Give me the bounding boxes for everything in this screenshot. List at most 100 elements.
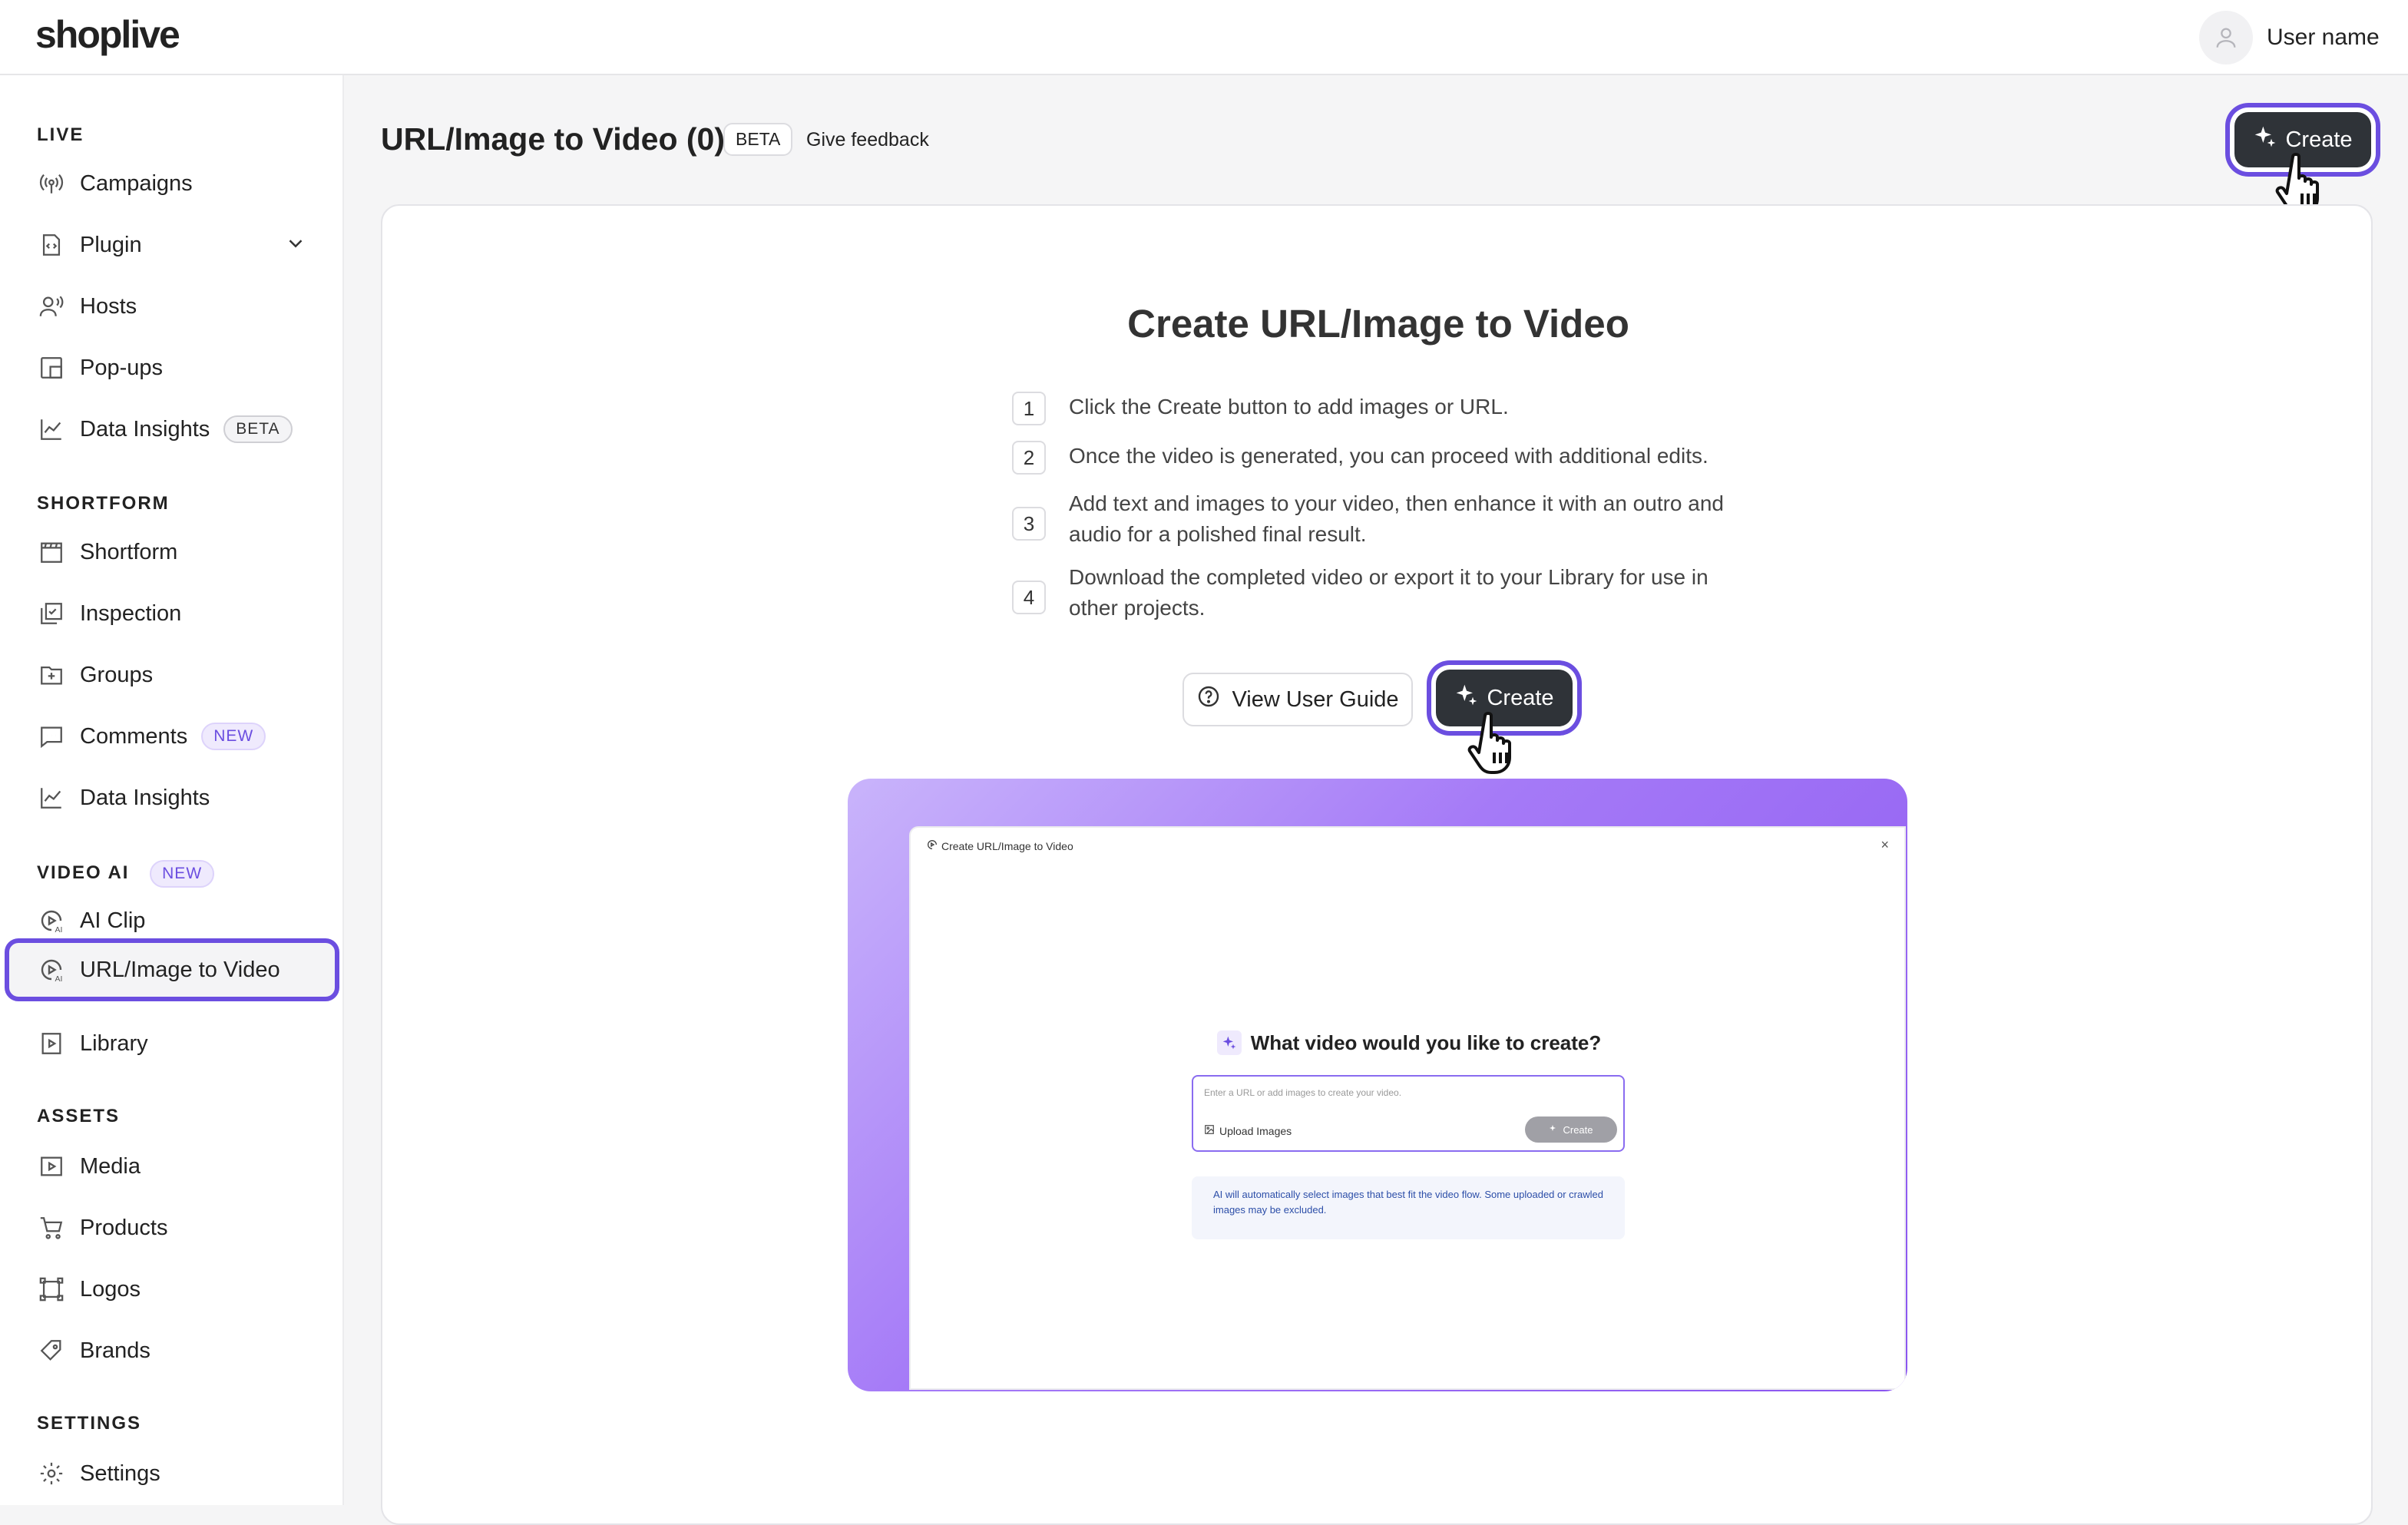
- sparkle-icon: [1216, 1030, 1242, 1055]
- sidebar-item-brands[interactable]: Brands: [0, 1324, 342, 1378]
- sidebar-item-label: AI Clip: [80, 908, 146, 933]
- sidebar-item-groups[interactable]: Groups: [0, 648, 342, 702]
- sidebar-item-label: URL/Image to Video: [80, 957, 280, 982]
- sidebar-item-label: Comments: [80, 723, 188, 749]
- gear-icon: [37, 1459, 66, 1488]
- sidebar-item-label: Plugin: [80, 232, 142, 257]
- sidebar-item-popups[interactable]: Pop-ups: [0, 341, 342, 395]
- preview-question-text: What video would you like to create?: [1250, 1030, 1602, 1054]
- new-badge: NEW: [201, 723, 266, 750]
- media-icon: [37, 1152, 66, 1181]
- sidebar-item-settings[interactable]: Settings: [0, 1447, 342, 1500]
- logo-frame-icon: [37, 1275, 66, 1304]
- preview-upload-label: Upload Images: [1219, 1124, 1292, 1137]
- section-title-shortform: SHORTFORM: [37, 493, 170, 514]
- section-title-settings: SETTINGS: [37, 1413, 142, 1434]
- sidebar-item-inspection[interactable]: Inspection: [0, 587, 342, 640]
- clapper-icon: [37, 538, 66, 567]
- sidebar-item-label: Campaigns: [80, 170, 193, 196]
- chevron-down-icon[interactable]: [284, 232, 307, 259]
- sidebar-item-label: Data Insights: [80, 785, 210, 810]
- sidebar-item-label: Inspection: [80, 600, 182, 626]
- card-title: Create URL/Image to Video: [1127, 302, 1629, 346]
- step-text: Download the completed video or export i…: [1069, 565, 1708, 620]
- empty-state-card: Create URL/Image to Video 1 Click the Cr…: [381, 204, 2373, 1525]
- sidebar-item-data-insights-live[interactable]: Data Insights BETA: [0, 402, 342, 456]
- sidebar-item-label: Library: [80, 1030, 148, 1056]
- create-button-label: Create: [2285, 127, 2353, 152]
- host-icon: [37, 292, 66, 321]
- sidebar-item-label: Hosts: [80, 293, 137, 319]
- preview-illustration: Create URL/Image to Video × What video w…: [848, 779, 1907, 1391]
- chart-icon: [37, 783, 66, 812]
- folder-plus-icon: [37, 660, 66, 690]
- step-number: 3: [1012, 507, 1046, 541]
- sidebar-item-label: Pop-ups: [80, 355, 164, 380]
- section-title-video-ai: VIDEO AI NEW: [37, 860, 215, 888]
- shoplive-logo[interactable]: shoplive: [35, 12, 180, 57]
- page-title: URL/Image to Video (0): [381, 121, 726, 157]
- tag-icon: [37, 1336, 66, 1365]
- plugin-icon: [37, 230, 66, 260]
- view-user-guide-button[interactable]: View User Guide: [1182, 673, 1413, 726]
- ai-play-icon: AI: [37, 955, 66, 984]
- step-text: Click the Create button to add images or…: [1069, 395, 1509, 418]
- section-title-text: VIDEO AI: [37, 862, 130, 883]
- user-name[interactable]: User name: [2267, 25, 2380, 51]
- sidebar-item-comments[interactable]: Comments NEW: [0, 710, 342, 763]
- sidebar: LIVE Campaigns Plugin Hosts Pop-ups Data…: [0, 75, 344, 1505]
- preview-input-placeholder: Enter a URL or add images to create your…: [1204, 1087, 1402, 1098]
- sidebar-item-label: Settings: [80, 1460, 160, 1486]
- hand-cursor-icon: [1467, 710, 1528, 782]
- broadcast-icon: [37, 169, 66, 198]
- preview-info-note: AI will automatically select images that…: [1192, 1176, 1625, 1239]
- chart-icon: [37, 415, 66, 444]
- help-circle-icon: [1196, 684, 1221, 715]
- sidebar-item-data-insights-shortform[interactable]: Data Insights: [0, 771, 342, 825]
- sidebar-item-media[interactable]: Media: [0, 1140, 342, 1193]
- library-icon: [37, 1029, 66, 1058]
- step-number: 1: [1012, 392, 1046, 425]
- sidebar-item-label: Groups: [80, 662, 154, 687]
- inspection-icon: [37, 599, 66, 628]
- sidebar-item-shortform[interactable]: Shortform: [0, 525, 342, 579]
- sidebar-item-products[interactable]: Products: [0, 1201, 342, 1255]
- give-feedback-link[interactable]: Give feedback: [806, 129, 929, 151]
- sidebar-item-hosts[interactable]: Hosts: [0, 280, 342, 333]
- step-number: 4: [1012, 581, 1046, 614]
- view-user-guide-label: View User Guide: [1232, 686, 1399, 712]
- sidebar-item-url-image-to-video[interactable]: AI URL/Image to Video: [5, 938, 339, 1001]
- step-text: Once the video is generated, you can pro…: [1069, 444, 1708, 468]
- sidebar-item-library[interactable]: Library: [0, 1017, 342, 1070]
- preview-dialog: Create URL/Image to Video × What video w…: [909, 826, 1906, 1390]
- section-title-assets: ASSETS: [37, 1106, 121, 1126]
- preview-create-label: Create: [1563, 1123, 1593, 1136]
- svg-text:AI: AI: [55, 925, 63, 935]
- sidebar-item-label: Brands: [80, 1338, 150, 1363]
- step-text: Add text and images to your video, then …: [1069, 491, 1725, 546]
- preview-dialog-title: Create URL/Image to Video: [941, 839, 1073, 852]
- preview-url-input: Enter a URL or add images to create your…: [1192, 1075, 1625, 1152]
- image-icon: [1204, 1124, 1215, 1137]
- step-number: 2: [1012, 441, 1046, 475]
- create-button-label: Create: [1487, 685, 1554, 710]
- user-avatar-icon[interactable]: [2199, 11, 2253, 65]
- section-title-live: LIVE: [37, 124, 84, 145]
- sidebar-item-logos[interactable]: Logos: [0, 1262, 342, 1316]
- svg-text:AI: AI: [55, 974, 63, 984]
- sparkle-icon: [1454, 683, 1479, 713]
- sidebar-item-label: Shortform: [80, 539, 178, 564]
- sidebar-item-plugin[interactable]: Plugin: [0, 218, 342, 272]
- sidebar-item-label: Media: [80, 1153, 141, 1179]
- sidebar-item-label: Data Insights: [80, 416, 210, 442]
- preview-question: What video would you like to create?: [911, 1030, 1907, 1055]
- beta-badge: BETA: [223, 415, 293, 443]
- cart-icon: [37, 1213, 66, 1242]
- new-badge: NEW: [150, 860, 215, 888]
- sidebar-item-label: Logos: [80, 1276, 141, 1302]
- beta-badge: BETA: [723, 123, 793, 156]
- preview-dialog-header: Create URL/Image to Video: [926, 839, 1073, 853]
- popup-icon: [37, 353, 66, 382]
- sparkle-icon: [1549, 1124, 1558, 1136]
- sidebar-item-campaigns[interactable]: Campaigns: [0, 157, 342, 210]
